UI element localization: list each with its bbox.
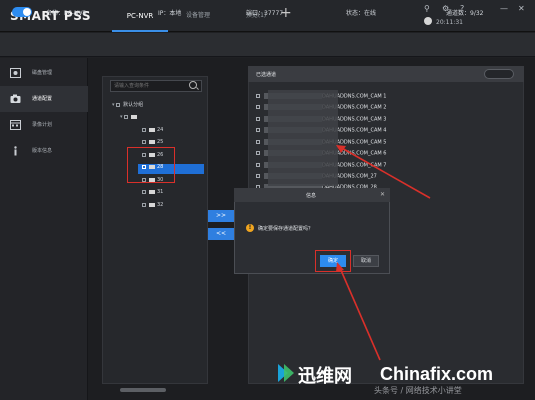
warning-icon: ! xyxy=(246,224,254,232)
expand-icon: ▾ xyxy=(112,102,115,108)
expand-icon: ▾ xyxy=(120,114,123,120)
camera-icon xyxy=(149,189,155,194)
sidebar-item-label: 磁盘管理 xyxy=(32,70,53,76)
sidebar-item-channel-config[interactable]: 通道配置 xyxy=(0,86,88,112)
watermark-logo-icon xyxy=(278,364,294,382)
checkbox-icon[interactable] xyxy=(256,174,260,178)
device-name: 名称：PC-NVR xyxy=(46,10,87,17)
sidebar-item-version[interactable]: 版本信息 xyxy=(0,138,88,164)
camera-icon xyxy=(149,127,155,132)
watermark-overlay-text: 头条号 / 网络技术小讲堂 xyxy=(374,386,462,395)
checkbox-icon[interactable] xyxy=(142,139,146,144)
redaction-overlay xyxy=(268,90,338,186)
camera-icon xyxy=(10,94,21,103)
channel-label: 31 xyxy=(157,189,164,195)
selected-channels-title: 已选通道 xyxy=(256,72,277,78)
calendar-icon xyxy=(10,120,21,130)
dialog-message: 确定要保存通道配置吗？ xyxy=(258,226,314,232)
tree-channel[interactable]: 24 xyxy=(142,127,163,137)
checkbox-icon[interactable] xyxy=(142,189,146,194)
horizontal-scrollbar[interactable] xyxy=(120,388,166,392)
search-icon[interactable] xyxy=(189,81,197,89)
selected-channels-header xyxy=(248,66,524,82)
tree-channel[interactable]: 32 xyxy=(142,202,163,212)
watermark-cn: 迅维网 xyxy=(298,366,352,387)
add-channel-button[interactable]: >> xyxy=(208,210,234,222)
checkbox-icon[interactable] xyxy=(256,105,260,109)
checkbox-icon[interactable] xyxy=(142,202,146,207)
checkbox-icon[interactable] xyxy=(256,128,260,132)
device-ip: IP：本地 xyxy=(158,10,182,17)
sidebar-item-label: 通道配置 xyxy=(32,96,53,102)
sidebar: 磁盘管理 通道配置 录像计划 版本信息 xyxy=(0,58,88,400)
cancel-button[interactable]: 取消 xyxy=(353,255,379,267)
ok-button[interactable]: 确定 xyxy=(320,255,346,267)
device-info-bar xyxy=(0,33,535,57)
device-toggle[interactable] xyxy=(12,7,32,17)
sidebar-item-label: 版本信息 xyxy=(32,148,53,154)
checkbox-icon[interactable] xyxy=(124,114,129,119)
camera-icon xyxy=(149,202,155,207)
view-toggle[interactable] xyxy=(484,69,514,79)
tree-device[interactable]: ▾ xyxy=(120,114,139,124)
checkbox-icon[interactable] xyxy=(256,163,260,167)
highlight-box xyxy=(127,147,175,183)
channel-count: 通道数：9/32 xyxy=(446,10,484,17)
checkbox-icon[interactable] xyxy=(256,151,260,155)
tree-channel[interactable]: 31 xyxy=(142,189,163,199)
device-icon xyxy=(131,114,138,119)
dialog-title: 信息 xyxy=(306,193,317,199)
watermark-en: Chinafix.com xyxy=(380,364,494,384)
checkbox-icon[interactable] xyxy=(256,140,260,144)
device-status: 状态：在线 xyxy=(346,10,377,17)
clock-icon xyxy=(424,17,432,25)
device-port: 端口：37777 xyxy=(246,10,284,17)
remove-channel-button[interactable]: << xyxy=(208,228,234,240)
clock: 20:11:31 xyxy=(436,19,463,26)
minimize-icon[interactable]: — xyxy=(500,4,508,13)
sidebar-item-record-plan[interactable]: 录像计划 xyxy=(0,112,88,138)
sidebar-item-disk[interactable]: 磁盘管理 xyxy=(0,60,88,86)
info-icon xyxy=(14,146,17,156)
channel-label: 25 xyxy=(157,139,164,145)
checkbox-icon[interactable] xyxy=(256,94,260,98)
checkbox-icon[interactable] xyxy=(142,127,146,132)
disk-icon xyxy=(10,68,21,78)
dialog-close-icon[interactable]: ✕ xyxy=(380,191,385,198)
channel-label: 32 xyxy=(157,202,164,208)
device-tree-panel xyxy=(102,76,208,384)
checkbox-icon[interactable] xyxy=(116,102,121,107)
tree-root-group[interactable]: ▾ 默认分组 xyxy=(112,101,143,111)
tree-root-label: 默认分组 xyxy=(123,102,144,108)
checkbox-icon[interactable] xyxy=(256,117,260,121)
close-window-icon[interactable]: ✕ xyxy=(518,4,525,13)
camera-icon xyxy=(149,139,155,144)
channel-label: 24 xyxy=(157,127,164,133)
sidebar-item-label: 录像计划 xyxy=(32,122,53,128)
user-icon[interactable]: ⚲ xyxy=(424,4,430,13)
